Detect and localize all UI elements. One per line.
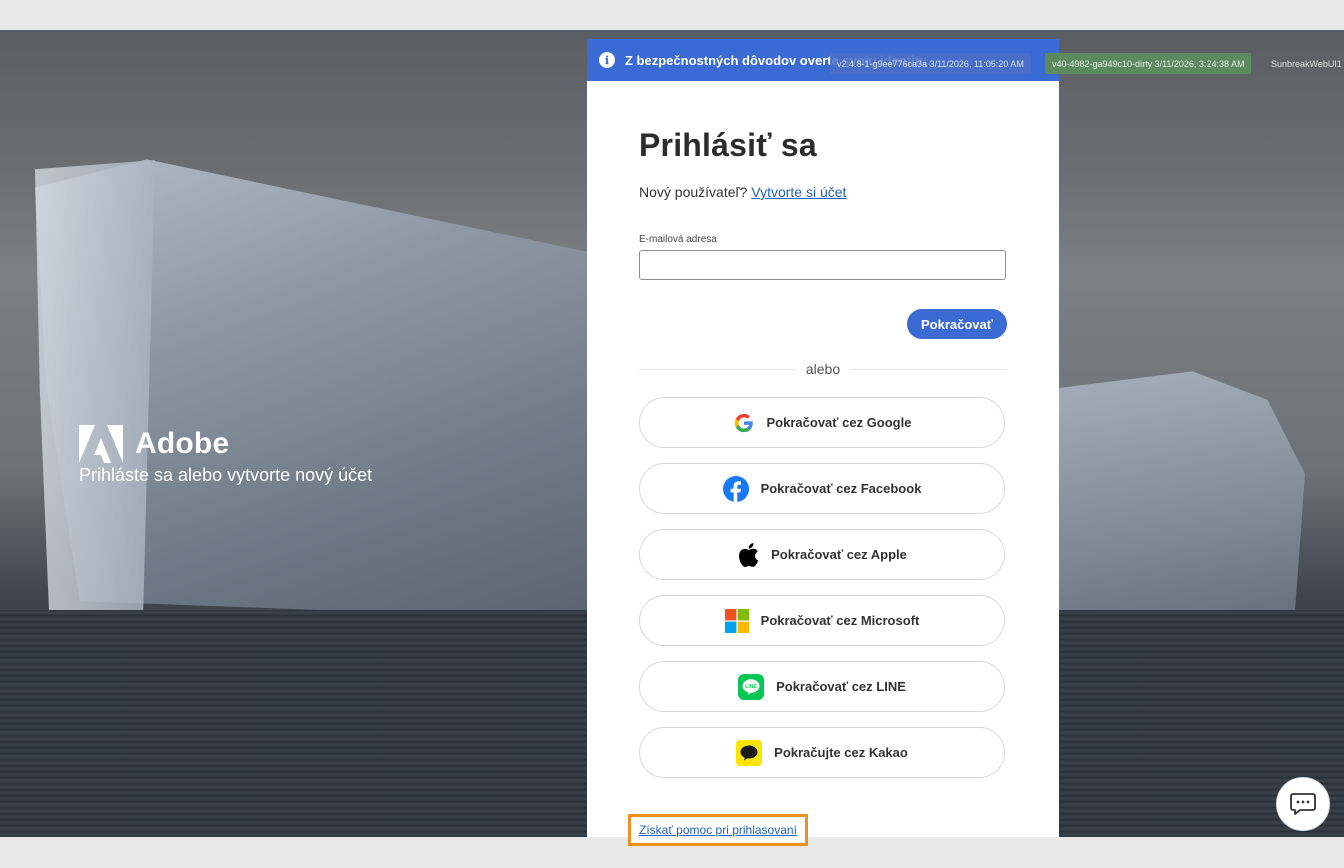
- continue-button[interactable]: Pokračovať: [907, 309, 1007, 339]
- kakao-icon: [736, 739, 763, 766]
- line-signin-button[interactable]: LINE Pokračovať cez LINE: [639, 661, 1005, 712]
- version-badge-backend: v40-4982-ga949c10-dirty 3/11/2026, 3:24:…: [1045, 53, 1252, 74]
- facebook-signin-button[interactable]: Pokračovať cez Facebook: [639, 463, 1005, 514]
- brand-block: Adobe Prihláste sa alebo vytvorte nový ú…: [79, 425, 372, 486]
- apple-icon: [737, 542, 759, 568]
- apple-button-label: Pokračovať cez Apple: [771, 547, 907, 562]
- iceberg-right: [1055, 371, 1305, 645]
- facebook-button-label: Pokračovať cez Facebook: [760, 481, 922, 496]
- signin-card: i Z bezpečnostných dôvodov overte svoju …: [587, 39, 1059, 837]
- kakao-button-label: Pokračujte cez Kakao: [774, 745, 908, 760]
- email-field[interactable]: [639, 250, 1006, 280]
- brand-tagline: Prihláste sa alebo vytvorte nový účet: [79, 465, 373, 485]
- create-account-link[interactable]: Vytvorte si účet: [751, 184, 846, 200]
- google-icon: [733, 412, 755, 434]
- divider-line: [850, 368, 1008, 370]
- chat-button[interactable]: [1276, 777, 1330, 831]
- page-title: Prihlásiť sa: [639, 127, 817, 163]
- adobe-logo-icon: [79, 425, 123, 463]
- microsoft-button-label: Pokračovať cez Microsoft: [760, 613, 920, 628]
- brand-name: Adobe: [135, 427, 230, 460]
- microsoft-signin-button[interactable]: Pokračovať cez Microsoft: [639, 595, 1005, 646]
- apple-signin-button[interactable]: Pokračovať cez Apple: [639, 529, 1005, 580]
- google-button-label: Pokračovať cez Google: [766, 415, 912, 430]
- signin-help-link[interactable]: Získať pomoc pri prihlasovaní: [628, 814, 808, 846]
- email-label: E-mailová adresa: [639, 234, 717, 245]
- google-signin-button[interactable]: Pokračovať cez Google: [639, 397, 1005, 448]
- version-badge-frontend: v2.4.8-1-g9ee776ca3a 3/11/2026, 11:05:20…: [830, 53, 1031, 74]
- kakao-signin-button[interactable]: Pokračujte cez Kakao: [639, 727, 1005, 778]
- facebook-icon: [722, 475, 749, 502]
- or-divider: alebo: [639, 361, 1008, 377]
- divider-line: [639, 368, 796, 370]
- line-button-label: Pokračovať cez LINE: [776, 679, 906, 694]
- iceberg-left-face: [35, 160, 155, 620]
- info-icon: i: [599, 52, 615, 68]
- new-user-prompt: Nový používateľ?: [639, 184, 748, 200]
- chat-bubble-icon: [1290, 793, 1316, 815]
- social-buttons: Pokračovať cez Google Pokračovať cez Fac…: [639, 397, 1007, 778]
- version-badge-app-name: SunbreakWebUI1: [1271, 58, 1342, 69]
- divider-text: alebo: [805, 361, 841, 377]
- svg-text:LINE: LINE: [745, 684, 757, 690]
- new-user-row: Nový používateľ? Vytvorte si účet: [639, 184, 1007, 200]
- line-icon: LINE: [738, 673, 765, 700]
- microsoft-icon: [724, 608, 749, 633]
